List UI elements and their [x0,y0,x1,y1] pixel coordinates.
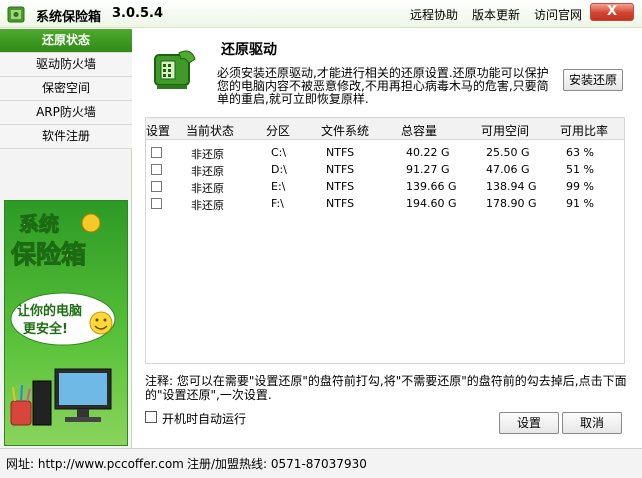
sidebar-item-secret-space[interactable]: 保密空间 [0,77,132,101]
row-ratio: 91 % [566,197,594,210]
row-total: 194.60 G [406,197,457,210]
row-status: 非还原 [191,182,224,195]
close-button[interactable]: X [590,3,634,21]
row-total: 139.66 G [406,180,457,193]
row-ratio: 63 % [566,146,594,159]
sidebar-item-driver-firewall[interactable]: 驱动防火墙 [0,53,132,77]
pc-tower-icon [32,380,52,426]
row-filesystem: NTFS [326,163,355,176]
sidebar-item-arp-firewall[interactable]: ARP防火墙 [0,101,132,125]
table-row: 非还原 D:\ NTFS 91.27 G 47.06 G 51 % [146,161,624,178]
install-restore-button[interactable]: 安装还原 [563,69,623,91]
row-total: 40.22 G [406,146,450,159]
main-panel: 还原驱动 必须安装还原驱动,才能进行相关的还原设置.还原功能可以保护您的电脑内容… [133,29,642,448]
row-partition: F:\ [271,197,284,210]
note-text: 注释: 您可以在需要"设置还原"的盘符前打勾,将"不需要还原"的盘符前的勾去掉后… [145,374,627,402]
row-status: 非还原 [191,148,224,161]
sidebar-item-registration[interactable]: 软件注册 [0,125,132,149]
safe-box-icon [7,6,25,23]
title-bar: 系统保险箱 3.0.5.4 远程协助 版本更新 访问官网 X [0,0,642,28]
restore-description: 必须安装还原驱动,才能进行相关的还原设置.还原功能可以保护您的电脑内容不被恶意修… [217,66,549,106]
banner-emblem-icon [81,213,101,233]
update-link[interactable]: 版本更新 [472,6,520,23]
autorun-label: 开机时自动运行 [162,412,247,426]
row-filesystem: NTFS [326,180,355,193]
phone-safe-icon [154,50,196,89]
row-free: 25.50 G [486,146,530,159]
row-partition: D:\ [271,163,287,176]
app-title: 系统保险箱 [36,10,102,25]
table-row: 非还原 F:\ NTFS 194.60 G 178.90 G 91 % [146,195,624,212]
smiley-icon [89,311,113,335]
table-header: 设置 当前状态 分区 文件系统 总容量 可用空间 可用比率 [146,118,624,140]
col-header-free: 可用空间 [481,124,530,138]
col-header-filesystem: 文件系统 [321,124,370,138]
row-checkbox[interactable] [151,198,162,209]
close-icon: X [606,4,618,19]
banner-slogan2: 更安全! [23,321,68,337]
col-header-status: 当前状态 [186,124,235,138]
cancel-button[interactable]: 取消 [562,412,622,434]
promo-illustration: 系统 保险箱 让你的电脑 更安全! [10,212,116,426]
row-checkbox[interactable] [151,181,162,192]
row-checkbox[interactable] [151,164,162,175]
row-status: 非还原 [191,165,224,178]
col-header-setting: 设置 [146,124,171,138]
pencil-cup-icon [10,400,32,426]
banner-slogan1: 让你的电脑 [17,303,82,319]
sidebar: 还原状态 驱动防火墙 保密空间 ARP防火墙 软件注册 系统 保险箱 让你的电脑… [0,29,132,448]
remote-assist-link[interactable]: 远程协助 [410,6,458,23]
row-partition: C:\ [271,146,287,159]
website-url: 网址: http://www.pccoffer.com [6,457,184,471]
autorun-checkbox[interactable] [145,411,157,423]
row-free: 138.94 G [486,180,537,193]
col-header-partition: 分区 [266,124,291,138]
section-title: 还原驱动 [221,42,277,58]
promo-banner: 系统 保险箱 让你的电脑 更安全! [4,200,128,446]
row-total: 91.27 G [406,163,450,176]
row-status: 非还原 [191,199,224,212]
partition-table: 设置 当前状态 分区 文件系统 总容量 可用空间 可用比率 非还原 C:\ NT… [145,117,625,364]
col-header-total: 总容量 [401,124,438,138]
banner-line2: 保险箱 [10,240,86,269]
app-version: 3.0.5.4 [112,6,163,21]
row-partition: E:\ [271,180,286,193]
sidebar-item-restore-status[interactable]: 还原状态 [0,29,132,53]
table-row: 非还原 C:\ NTFS 40.22 G 25.50 G 63 % [146,144,624,161]
top-links: 远程协助 版本更新 访问官网 [410,6,582,23]
apply-button[interactable]: 设置 [499,412,559,434]
row-filesystem: NTFS [326,197,355,210]
row-filesystem: NTFS [326,146,355,159]
website-link[interactable]: 访问官网 [534,6,582,23]
banner-line1: 系统 [19,212,59,236]
hotline: 注册/加盟热线: 0571-87037930 [187,457,367,471]
status-bar: 网址: http://www.pccoffer.com 注册/加盟热线: 057… [0,448,642,478]
row-ratio: 99 % [566,180,594,193]
row-free: 178.90 G [486,197,537,210]
col-header-ratio: 可用比率 [560,124,609,138]
row-free: 47.06 G [486,163,530,176]
row-checkbox[interactable] [151,147,162,158]
row-ratio: 51 % [566,163,594,176]
table-row: 非还原 E:\ NTFS 139.66 G 138.94 G 99 % [146,178,624,195]
